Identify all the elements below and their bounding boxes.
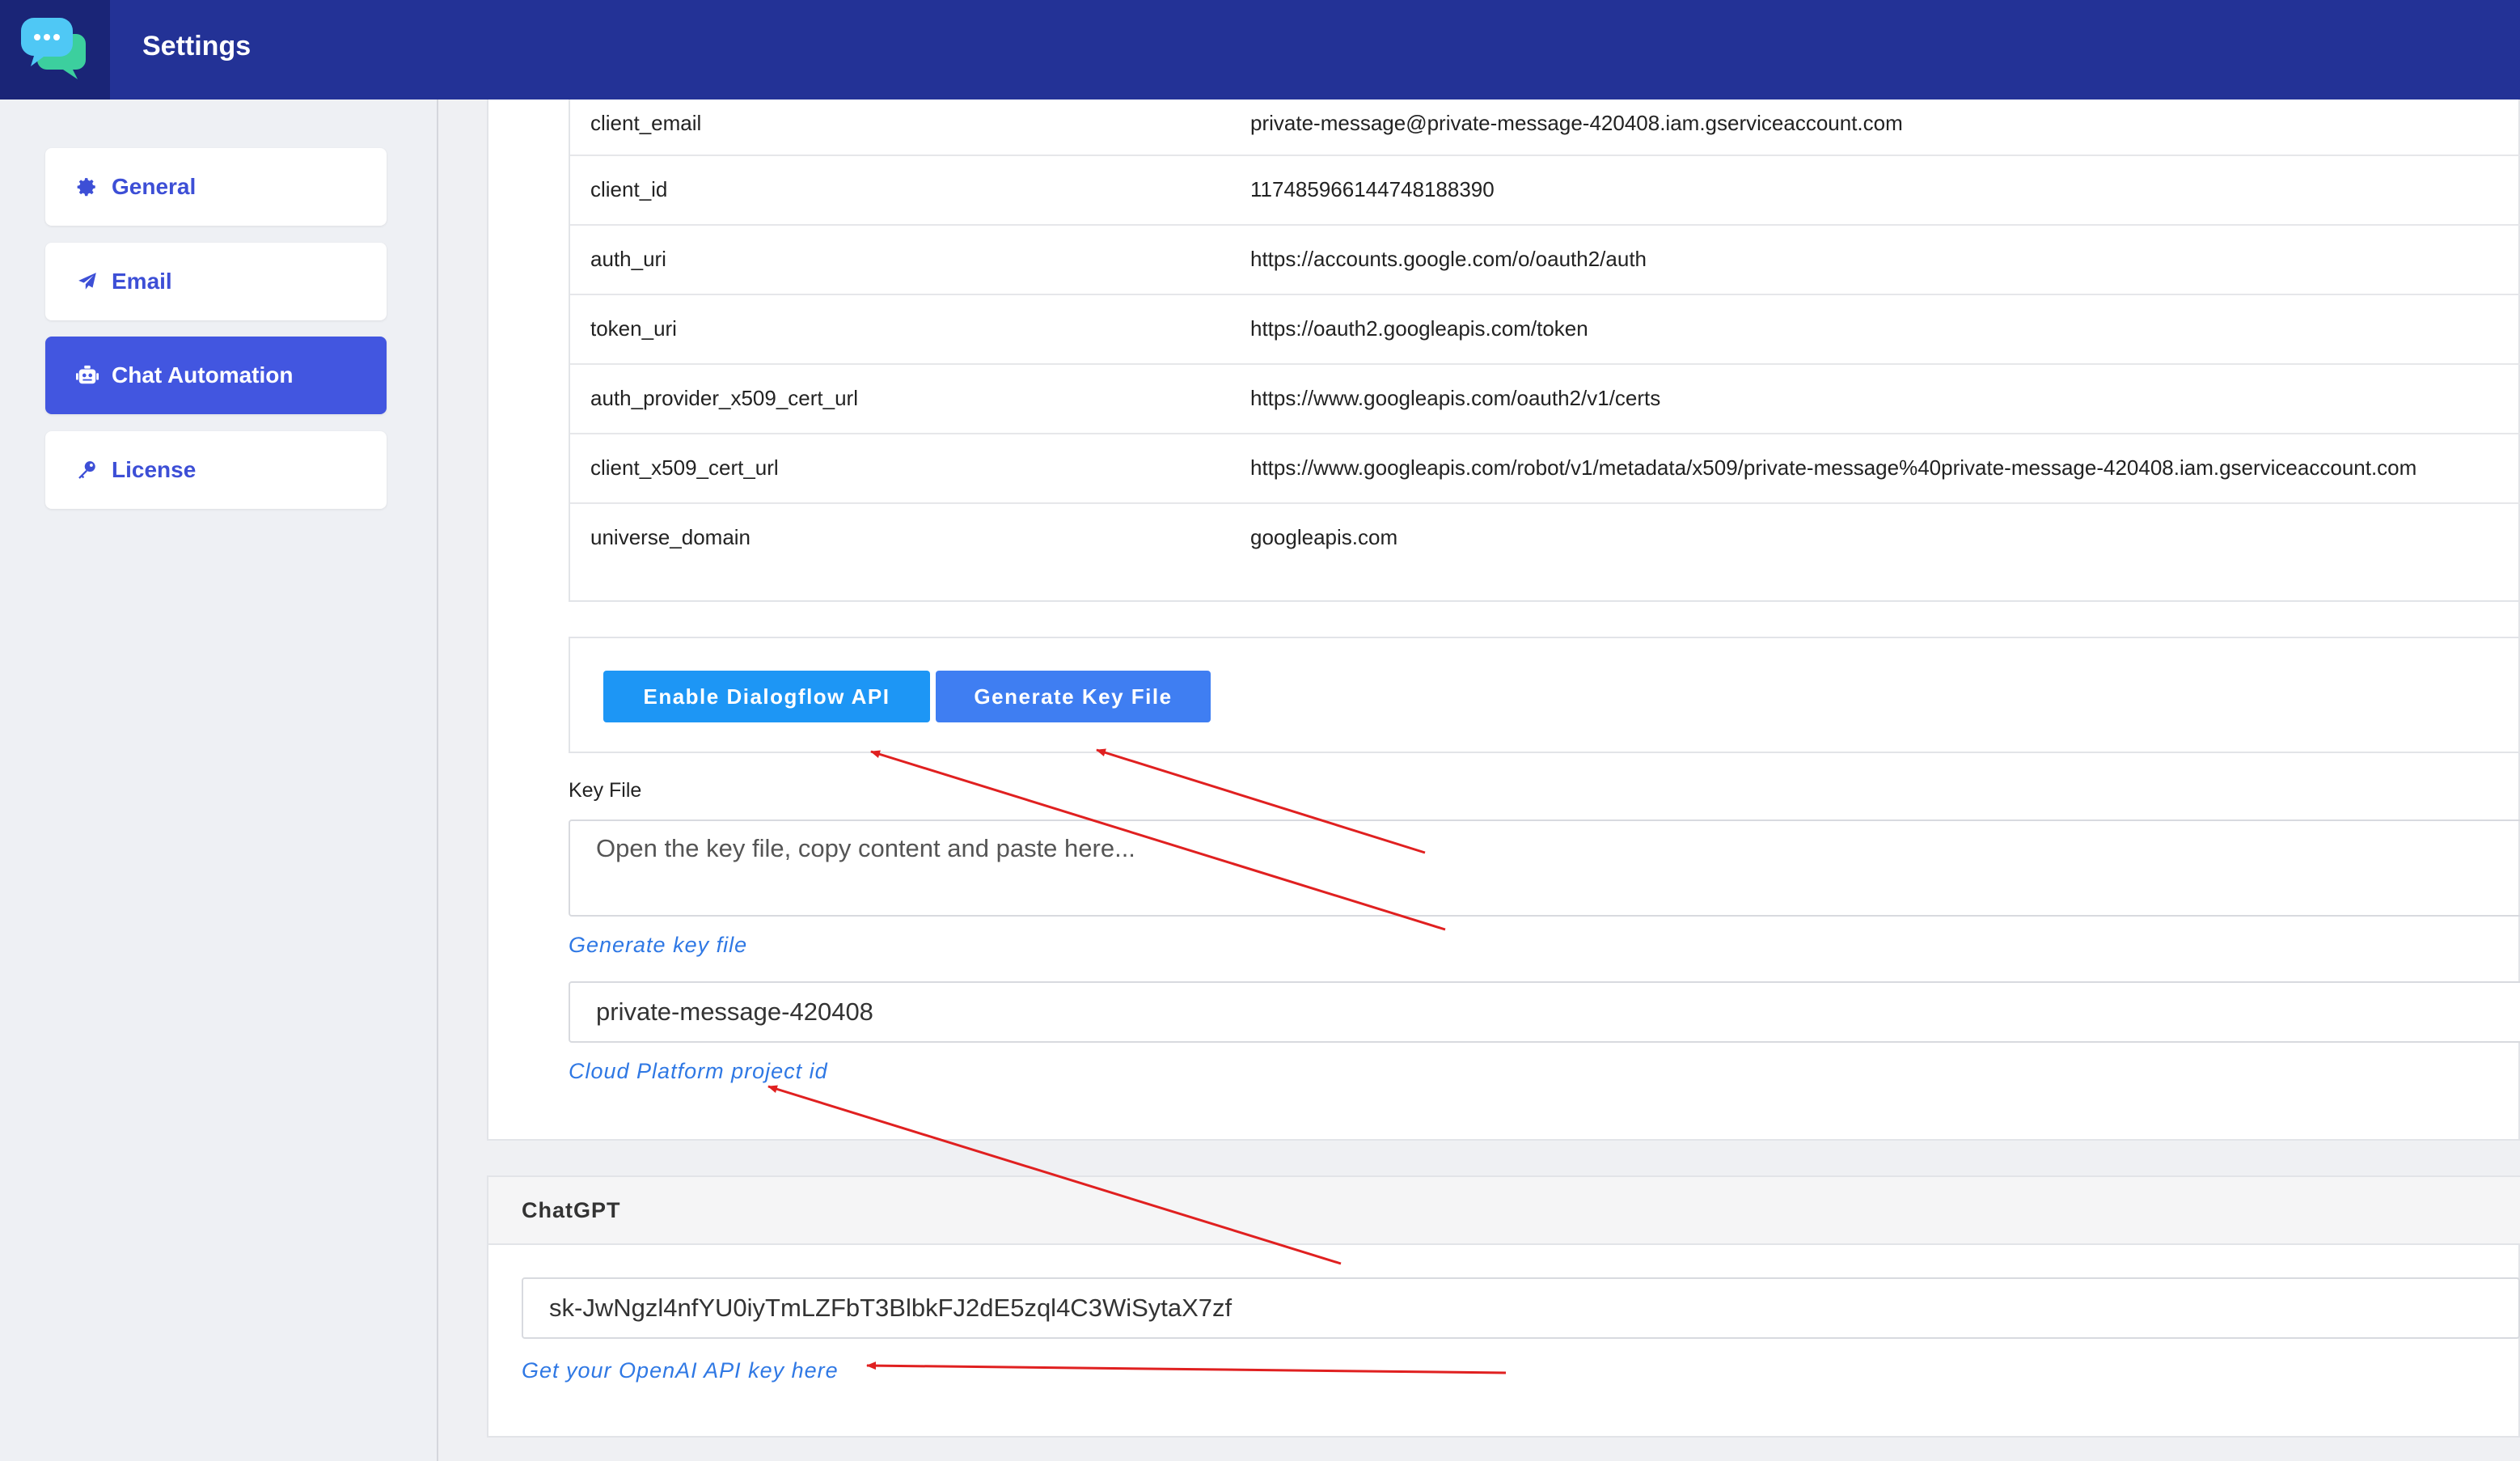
gear-icon: [76, 176, 99, 198]
generate-key-file-link[interactable]: Generate key file: [569, 933, 747, 958]
top-bar: Settings: [0, 0, 2520, 100]
generate-key-file-button[interactable]: Generate Key File: [936, 671, 1211, 722]
key-file-textarea[interactable]: Open the key file, copy content and past…: [569, 819, 2520, 917]
project-id-input[interactable]: private-message-420408: [569, 981, 2520, 1043]
credential-key: token_uri: [590, 316, 677, 341]
paper-plane-icon: [76, 270, 99, 293]
sidebar: General Email Chat Automation License: [0, 100, 438, 1461]
sidebar-item-general[interactable]: General: [45, 148, 387, 226]
credential-value: https://accounts.google.com/o/oauth2/aut…: [1250, 247, 1647, 271]
enable-dialogflow-api-button[interactable]: Enable Dialogflow API: [603, 671, 930, 722]
sidebar-item-label: Email: [112, 269, 172, 294]
table-row: universe_domain googleapis.com: [570, 504, 2520, 600]
chat-bubbles-icon: [21, 18, 86, 79]
dialogflow-actions: Enable Dialogflow API Generate Key File: [569, 637, 2520, 753]
credential-value: https://oauth2.googleapis.com/token: [1250, 316, 1588, 341]
table-row: client_x509_cert_url https://www.googlea…: [570, 434, 2520, 504]
main-content: client_email private-message@private-mes…: [440, 100, 2520, 1461]
openai-api-key-link[interactable]: Get your OpenAI API key here: [522, 1358, 839, 1383]
sidebar-item-email[interactable]: Email: [45, 243, 387, 320]
key-file-label: Key File: [569, 779, 642, 802]
chatgpt-card: ChatGPT sk-JwNgzl4nfYU0iyTmLZFbT3BlbkFJ2…: [487, 1175, 2520, 1438]
sidebar-item-label: Chat Automation: [112, 362, 294, 387]
sidebar-item-license[interactable]: License: [45, 431, 387, 509]
credential-value: private-message@private-message-420408.i…: [1250, 111, 1903, 135]
key-icon: [76, 459, 99, 481]
table-row: token_uri https://oauth2.googleapis.com/…: [570, 295, 2520, 365]
app-logo[interactable]: [0, 0, 110, 100]
dialogflow-settings-card: client_email private-message@private-mes…: [487, 100, 2520, 1141]
sidebar-item-chat-automation[interactable]: Chat Automation: [45, 337, 387, 414]
credentials-table: client_email private-message@private-mes…: [569, 100, 2520, 602]
page-title: Settings: [142, 31, 252, 61]
robot-icon: [76, 364, 99, 387]
chatgpt-title: ChatGPT: [522, 1198, 621, 1222]
openai-api-key-input[interactable]: sk-JwNgzl4nfYU0iyTmLZFbT3BlbkFJ2dE5zql4C…: [522, 1277, 2520, 1339]
credential-value: https://www.googleapis.com/oauth2/v1/cer…: [1250, 386, 1661, 410]
credential-value: 117485966144748188390: [1250, 177, 1495, 201]
sidebar-item-label: General: [112, 174, 197, 199]
credential-key: client_email: [590, 111, 702, 135]
project-id-help[interactable]: Cloud Platform project id: [569, 1059, 828, 1084]
credential-key: client_x509_cert_url: [590, 455, 779, 480]
table-row: auth_uri https://accounts.google.com/o/o…: [570, 226, 2520, 295]
sidebar-item-label: License: [112, 457, 197, 482]
table-row: auth_provider_x509_cert_url https://www.…: [570, 365, 2520, 434]
table-row: client_email private-message@private-mes…: [570, 100, 2520, 156]
credential-value: https://www.googleapis.com/robot/v1/meta…: [1250, 455, 2417, 480]
chatgpt-card-header: ChatGPT: [488, 1177, 2520, 1245]
credential-key: auth_uri: [590, 247, 666, 271]
credential-key: auth_provider_x509_cert_url: [590, 386, 858, 410]
credential-value: googleapis.com: [1250, 525, 1398, 549]
credential-key: universe_domain: [590, 525, 751, 549]
credential-key: client_id: [590, 177, 668, 201]
table-row: client_id 117485966144748188390: [570, 156, 2520, 226]
